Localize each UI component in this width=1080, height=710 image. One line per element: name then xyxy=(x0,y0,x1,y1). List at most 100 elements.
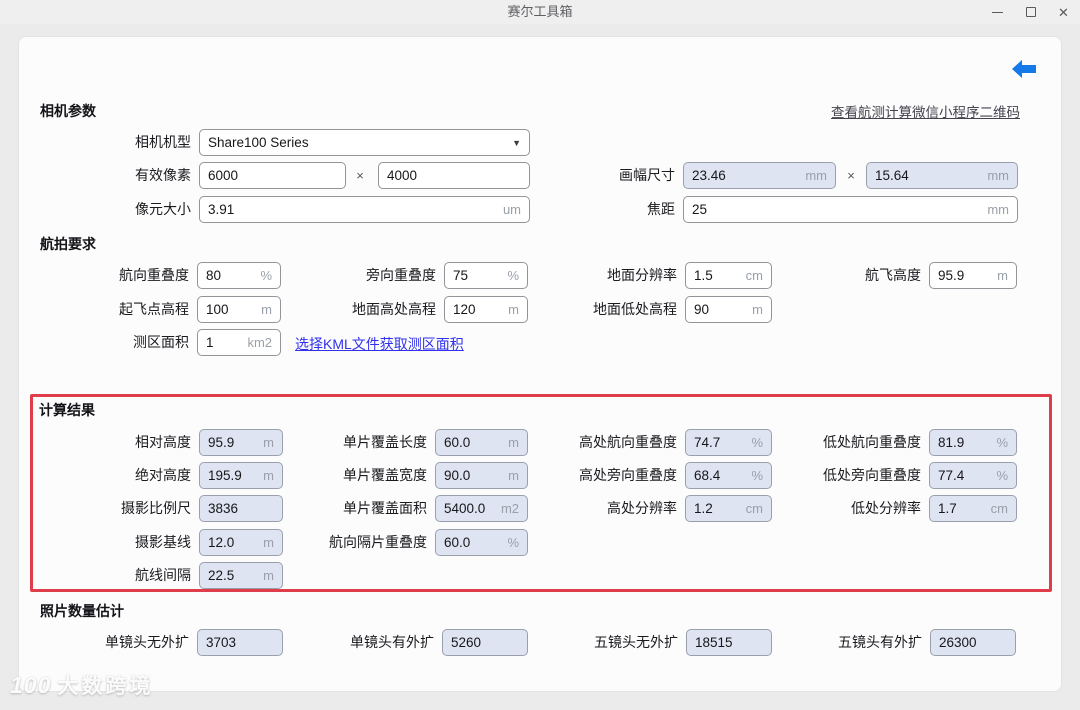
camera-model-select[interactable]: Share100 Series ▼ xyxy=(199,129,530,156)
qr-code-link[interactable]: 查看航测计算微信小程序二维码 xyxy=(831,101,1020,121)
single-coverage-area-label: 单片覆盖面积 xyxy=(343,500,427,516)
single-lens-no-expand-label: 单镜头无外扩 xyxy=(105,634,189,650)
field-high-forward-overlap: 高处航向重叠度 74.7 % xyxy=(579,429,772,456)
field-single-coverage-area: 单片覆盖面积 5400.0 m2 xyxy=(343,495,528,522)
field-camera-model: 相机机型 Share100 Series ▼ xyxy=(135,129,530,156)
photo-baseline-output: 12.0 m xyxy=(199,529,283,556)
back-arrow-icon xyxy=(1012,60,1036,78)
close-button[interactable]: ✕ xyxy=(1047,0,1080,24)
flightline-spacing-output: 22.5 m xyxy=(199,562,283,589)
side-overlap-label: 旁向重叠度 xyxy=(366,267,436,283)
effective-pixels-height-input[interactable]: 4000 xyxy=(378,162,530,189)
survey-area-label: 测区面积 xyxy=(133,334,189,350)
forward-overlap-input[interactable]: 80 % xyxy=(197,262,281,289)
absolute-altitude-label: 绝对高度 xyxy=(135,467,191,483)
low-side-overlap-output: 77.4 % xyxy=(929,462,1017,489)
single-lens-expand-output: 5260 xyxy=(442,629,528,656)
frame-times-separator: × xyxy=(847,168,855,183)
field-frame-width: 画幅尺寸 23.46 mm xyxy=(619,162,836,189)
field-survey-area: 测区面积 1 km2 xyxy=(133,329,281,356)
high-side-overlap-output: 68.4 % xyxy=(685,462,772,489)
survey-area-input[interactable]: 1 km2 xyxy=(197,329,281,356)
flightline-spacing-label: 航线间隔 xyxy=(135,567,191,583)
close-icon: ✕ xyxy=(1058,4,1069,20)
titlebar: 赛尔工具箱 ✕ xyxy=(0,0,1080,24)
takeoff-elevation-input[interactable]: 100 m xyxy=(197,296,281,323)
field-forward-overlap: 航向重叠度 80 % xyxy=(119,262,281,289)
field-focal-length: 焦距 25 mm xyxy=(647,196,1018,223)
forward-skip-overlap-label: 航向隔片重叠度 xyxy=(329,534,427,550)
field-single-coverage-length: 单片覆盖长度 60.0 m xyxy=(343,429,528,456)
field-low-forward-overlap: 低处航向重叠度 81.9 % xyxy=(823,429,1017,456)
field-high-resolution: 高处分辨率 1.2 cm xyxy=(607,495,772,522)
maximize-button[interactable] xyxy=(1014,0,1047,24)
minimize-icon xyxy=(992,11,1003,13)
low-resolution-output: 1.7 cm xyxy=(929,495,1017,522)
focal-length-input[interactable]: 25 mm xyxy=(683,196,1018,223)
section-camera-params: 相机参数 xyxy=(40,103,96,119)
low-side-overlap-label: 低处旁向重叠度 xyxy=(823,467,921,483)
section-calc-results: 计算结果 xyxy=(39,402,95,418)
field-ground-resolution: 地面分辨率 1.5 cm xyxy=(607,262,772,289)
photo-scale-label: 摄影比例尺 xyxy=(121,500,191,516)
maximize-icon xyxy=(1025,7,1036,17)
field-ground-high-elevation: 地面高处高程 120 m xyxy=(352,296,528,323)
field-absolute-altitude: 绝对高度 195.9 m xyxy=(135,462,283,489)
window-controls: ✕ xyxy=(981,0,1080,24)
five-lens-no-expand-label: 五镜头无外扩 xyxy=(594,634,678,650)
section-aerial-requirements: 航拍要求 xyxy=(40,236,96,252)
field-five-lens-no-expand: 五镜头无外扩 18515 xyxy=(594,629,772,656)
low-forward-overlap-label: 低处航向重叠度 xyxy=(823,434,921,450)
field-frame-height: 15.64 mm xyxy=(866,162,1018,189)
low-resolution-label: 低处分辨率 xyxy=(851,500,921,516)
back-button[interactable] xyxy=(1012,60,1036,78)
field-pixel-size: 像元大小 3.91 um xyxy=(135,196,530,223)
five-lens-expand-output: 26300 xyxy=(930,629,1016,656)
field-low-side-overlap: 低处旁向重叠度 77.4 % xyxy=(823,462,1017,489)
field-photo-scale: 摄影比例尺 3836 xyxy=(121,495,283,522)
field-effective-pixels-width: 有效像素 6000 xyxy=(135,162,346,189)
effective-pixels-width-input[interactable]: 6000 xyxy=(199,162,346,189)
frame-height-output: 15.64 mm xyxy=(866,162,1018,189)
field-ground-low-elevation: 地面低处高程 90 m xyxy=(593,296,772,323)
ground-resolution-input[interactable]: 1.5 cm xyxy=(685,262,772,289)
effective-pixels-label: 有效像素 xyxy=(135,167,191,183)
saier-toolbox-window: { "window": { "title": "赛尔工具箱" }, "icons… xyxy=(0,0,1080,710)
low-forward-overlap-output: 81.9 % xyxy=(929,429,1017,456)
ground-low-elevation-input[interactable]: 90 m xyxy=(685,296,772,323)
single-coverage-length-output: 60.0 m xyxy=(435,429,528,456)
ground-resolution-label: 地面分辨率 xyxy=(607,267,677,283)
flight-altitude-label: 航飞高度 xyxy=(865,267,921,283)
single-coverage-width-output: 90.0 m xyxy=(435,462,528,489)
photo-scale-output: 3836 xyxy=(199,495,283,522)
pixels-times-separator: × xyxy=(356,168,364,183)
ground-low-elevation-label: 地面低处高程 xyxy=(593,301,677,317)
side-overlap-input[interactable]: 75 % xyxy=(444,262,528,289)
field-single-coverage-width: 单片覆盖宽度 90.0 m xyxy=(343,462,528,489)
field-relative-altitude: 相对高度 95.9 m xyxy=(135,429,283,456)
forward-skip-overlap-output: 60.0 % xyxy=(435,529,528,556)
field-side-overlap: 旁向重叠度 75 % xyxy=(366,262,528,289)
single-coverage-length-label: 单片覆盖长度 xyxy=(343,434,427,450)
field-flight-altitude: 航飞高度 95.9 m xyxy=(865,262,1017,289)
five-lens-no-expand-output: 18515 xyxy=(686,629,772,656)
field-takeoff-elevation: 起飞点高程 100 m xyxy=(119,296,281,323)
field-photo-baseline: 摄影基线 12.0 m xyxy=(135,529,283,556)
field-forward-skip-overlap: 航向隔片重叠度 60.0 % xyxy=(329,529,528,556)
forward-overlap-label: 航向重叠度 xyxy=(119,267,189,283)
high-resolution-label: 高处分辨率 xyxy=(607,500,677,516)
relative-altitude-label: 相对高度 xyxy=(135,434,191,450)
field-single-lens-expand: 单镜头有外扩 5260 xyxy=(350,629,528,656)
pixel-size-label: 像元大小 xyxy=(135,201,191,217)
takeoff-elevation-label: 起飞点高程 xyxy=(119,301,189,317)
pixel-size-input[interactable]: 3.91 um xyxy=(199,196,530,223)
field-high-side-overlap: 高处旁向重叠度 68.4 % xyxy=(579,462,772,489)
high-resolution-output: 1.2 cm xyxy=(685,495,772,522)
kml-file-link[interactable]: 选择KML文件获取测区面积 xyxy=(295,334,464,354)
minimize-button[interactable] xyxy=(981,0,1014,24)
single-lens-expand-label: 单镜头有外扩 xyxy=(350,634,434,650)
field-single-lens-no-expand: 单镜头无外扩 3703 xyxy=(105,629,283,656)
section-photo-estimate: 照片数量估计 xyxy=(40,603,124,619)
flight-altitude-input[interactable]: 95.9 m xyxy=(929,262,1017,289)
ground-high-elevation-input[interactable]: 120 m xyxy=(444,296,528,323)
